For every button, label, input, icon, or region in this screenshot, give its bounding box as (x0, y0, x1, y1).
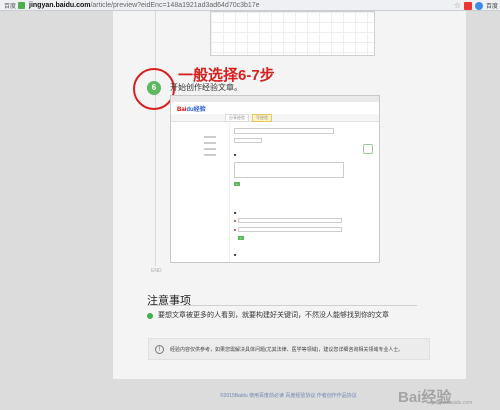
secure-icon (18, 1, 26, 9)
footer-links[interactable]: ©2015Baidu 使用百度前必读 百度经验协议 作者创作作品协议 (220, 392, 357, 399)
baidu-watermark-url: jingyan.baidu.com (432, 400, 473, 406)
screenshot-tabbar: 分享经验 写经验 (171, 113, 379, 122)
screenshot-tab-share: 分享经验 (225, 113, 249, 122)
tag-icon[interactable] (463, 1, 472, 10)
notice-bullet (147, 313, 153, 319)
end-label: END (151, 268, 162, 274)
url-path: /article/preview?eidEnc=148a1921ad3ad64d… (90, 1, 260, 9)
url-domain: jingyan.baidu.com (29, 1, 91, 9)
previous-step-screenshot (210, 11, 375, 56)
step-screenshot: Baidu经验 分享经验 写经验 ■ + ■ + ■ (170, 95, 380, 263)
screenshot-logo: Baidu经验 (177, 106, 206, 113)
step-text: 开始创作经验文章。 (170, 83, 242, 92)
disclaimer-text: 经验内容仅供参考，如果您需解决具体问题(尤其法律、医学等领域)，建议您详细咨询相… (170, 347, 404, 353)
step-number-badge: 6 (147, 81, 161, 95)
notice-text: 要想文章被更多的人看到，就要构建好关键词，不然没人能够找到你的文章 (158, 312, 389, 319)
notice-divider (147, 305, 417, 306)
browser-brand: 百度 (4, 3, 17, 10)
screenshot-header: Baidu经验 (171, 102, 379, 114)
screenshot-tab-write: 写经验 (252, 113, 272, 122)
info-icon: ! (155, 345, 164, 354)
url-field[interactable]: jingyan.baidu.com/article/preview?eidEnc… (29, 2, 260, 9)
step-timeline (155, 11, 156, 266)
screenshot-form: ■ + ■ + ■ (229, 122, 351, 262)
screenshot-sidebar (204, 136, 222, 176)
screenshot-grid (211, 12, 374, 55)
browser-address-bar: 百度 jingyan.baidu.com/article/preview?eid… (0, 0, 500, 11)
address-bar-right-text: 百度 (485, 4, 498, 10)
extension-icon[interactable] (474, 1, 483, 10)
screenshot-side-icon (363, 144, 373, 154)
bookmark-star-icon[interactable]: ☆ (454, 1, 461, 10)
address-bar-actions: ☆ 百度 (454, 1, 498, 10)
